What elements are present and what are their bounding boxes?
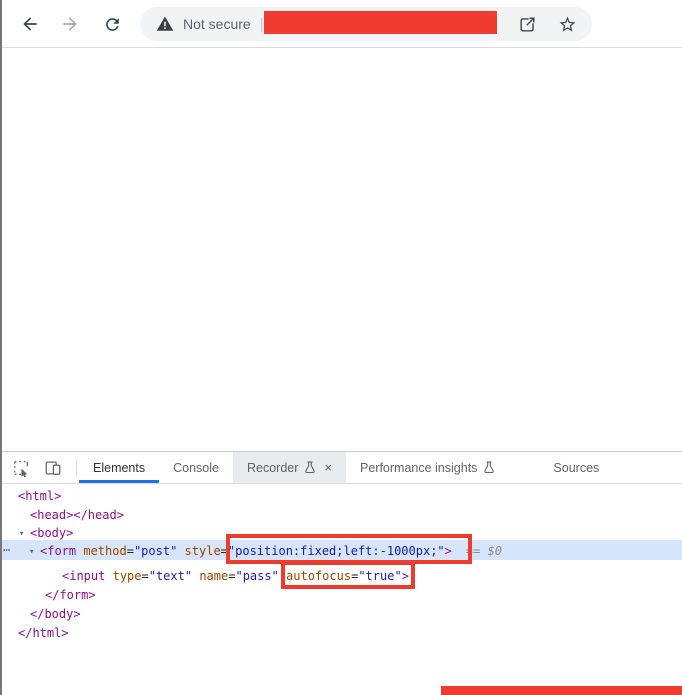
dom-tree-node[interactable]: <html> <box>18 488 61 504</box>
device-toolbar-button[interactable] <box>42 457 64 479</box>
elements-dom-tree[interactable]: <html><head></head>▾<body>…▾<form method… <box>0 485 682 695</box>
bottom-redaction-bar <box>441 686 682 695</box>
node-more-actions-icon[interactable]: … <box>3 539 11 555</box>
experiment-flask-icon <box>483 461 495 474</box>
disclosure-triangle-icon[interactable]: ▾ <box>29 544 34 560</box>
back-button[interactable] <box>18 12 42 36</box>
inspect-element-button[interactable] <box>10 457 32 479</box>
tab-console[interactable]: Console <box>159 452 233 483</box>
device-toolbar-icon <box>44 459 62 477</box>
tab-performance-insights[interactable]: Performance insights <box>346 452 509 483</box>
tab-recorder[interactable]: Recorder × <box>233 452 346 483</box>
not-secure-label: Not secure <box>183 16 251 32</box>
page-viewport <box>0 49 682 451</box>
devtools-toolbar-icons <box>0 452 79 483</box>
tab-label: Sources <box>553 461 599 475</box>
forward-button[interactable] <box>58 12 82 36</box>
dom-tree-node[interactable]: <body> <box>30 525 73 541</box>
not-secure-warning-icon[interactable] <box>156 15 174 33</box>
experiment-flask-icon <box>304 461 316 474</box>
share-icon <box>518 15 537 34</box>
dom-tree-node[interactable]: </body> <box>30 606 81 622</box>
star-icon <box>558 15 577 34</box>
back-icon <box>20 14 40 34</box>
autofocus-annotation-box <box>281 561 415 589</box>
inspect-element-icon <box>12 459 30 477</box>
forward-icon <box>60 14 80 34</box>
tab-elements[interactable]: Elements <box>79 452 159 483</box>
devtools-tabbar: Elements Console Recorder × Performance insi… <box>0 451 682 484</box>
dom-tree-node[interactable]: </html> <box>18 625 69 641</box>
tab-label: Performance insights <box>360 461 477 475</box>
close-tab-icon[interactable]: × <box>324 460 332 475</box>
reload-icon <box>103 15 122 34</box>
reload-button[interactable] <box>100 12 124 36</box>
screenshot-root: Not secure | <box>0 0 682 695</box>
toolbar-divider <box>76 460 77 476</box>
tab-sources[interactable]: Sources <box>539 452 613 483</box>
window-left-edge <box>0 0 2 695</box>
tab-label: Recorder <box>247 461 298 475</box>
style-attribute-annotation-box <box>226 534 472 564</box>
dom-tree-node[interactable]: </form> <box>45 587 96 603</box>
tab-label: Console <box>173 461 219 475</box>
tab-label: Elements <box>93 461 145 475</box>
bookmark-button[interactable] <box>555 12 579 36</box>
dom-tree-node[interactable]: <head></head> <box>30 507 124 523</box>
browser-toolbar: Not secure | <box>0 0 682 48</box>
devtools-tabs: Elements Console Recorder × Performance insi… <box>79 452 613 483</box>
url-redaction-bar <box>264 11 497 34</box>
share-button[interactable] <box>515 12 539 36</box>
